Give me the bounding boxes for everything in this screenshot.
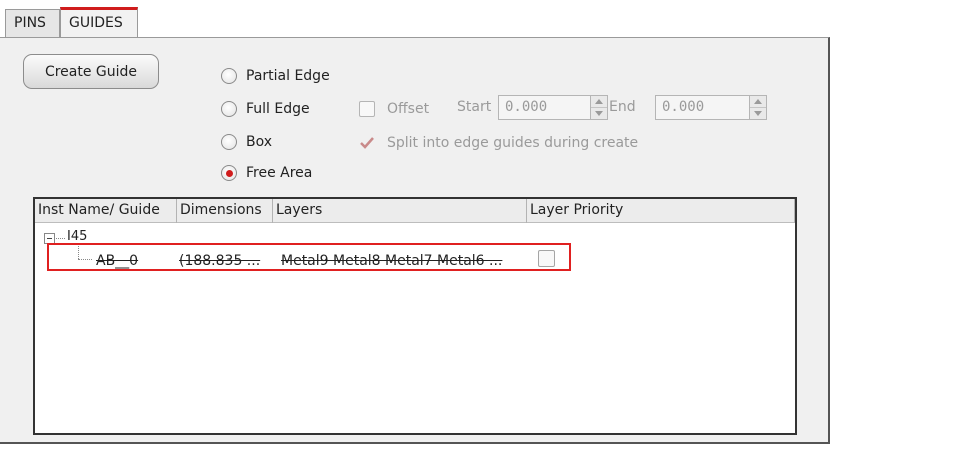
radio-box[interactable]: Box — [221, 131, 272, 153]
split-checkbox[interactable] — [359, 135, 375, 151]
column-header-inst-name[interactable]: Inst Name/ Guide — [35, 199, 177, 223]
chevron-up-icon[interactable] — [754, 99, 762, 104]
end-spinbox[interactable]: 0.000 — [655, 95, 767, 120]
chevron-down-icon[interactable] — [595, 111, 603, 116]
offset-option[interactable]: Offset — [359, 98, 429, 120]
tab-guides[interactable]: GUIDES — [60, 7, 138, 38]
split-option[interactable]: Split into edge guides during create — [359, 132, 638, 154]
tree-node-parent[interactable]: I45 — [67, 229, 87, 244]
end-stepper[interactable] — [749, 95, 767, 120]
column-header-layers[interactable]: Layers — [273, 199, 527, 223]
highlight-box — [47, 243, 571, 271]
radio-label: Free Area — [246, 165, 313, 181]
radio-label: Box — [246, 134, 273, 150]
radio-label: Partial Edge — [246, 68, 330, 84]
column-header-layer-priority[interactable]: Layer Priority — [527, 199, 795, 223]
start-value: 0.000 — [505, 99, 548, 115]
start-spinbox[interactable]: 0.000 — [498, 95, 608, 120]
chevron-up-icon[interactable] — [595, 99, 603, 104]
offset-checkbox[interactable] — [359, 101, 375, 117]
radio-full-edge[interactable]: Full Edge — [221, 98, 310, 120]
radio-label: Full Edge — [246, 101, 310, 117]
create-guide-button[interactable]: Create Guide — [23, 54, 159, 89]
tree-connector — [56, 238, 65, 239]
tree-header: Inst Name/ Guide Dimensions Layers Layer… — [35, 199, 795, 223]
radio-free-area[interactable]: Free Area — [221, 162, 312, 184]
end-value: 0.000 — [662, 99, 705, 115]
start-stepper[interactable] — [590, 95, 608, 120]
guides-tree[interactable]: Inst Name/ Guide Dimensions Layers Layer… — [33, 197, 797, 435]
offset-label: Offset — [387, 101, 430, 117]
radio-partial-edge-indicator[interactable] — [221, 68, 237, 84]
checkmark-icon — [360, 137, 374, 149]
end-label: End — [609, 99, 636, 115]
start-label: Start — [457, 99, 492, 115]
radio-box-indicator[interactable] — [221, 134, 237, 150]
chevron-down-icon[interactable] — [754, 111, 762, 116]
radio-free-area-indicator[interactable] — [221, 165, 237, 181]
radio-partial-edge[interactable]: Partial Edge — [221, 65, 330, 87]
split-label: Split into edge guides during create — [387, 135, 639, 151]
tab-pins[interactable]: PINS — [5, 9, 60, 37]
radio-full-edge-indicator[interactable] — [221, 101, 237, 117]
column-header-dimensions[interactable]: Dimensions — [177, 199, 273, 223]
